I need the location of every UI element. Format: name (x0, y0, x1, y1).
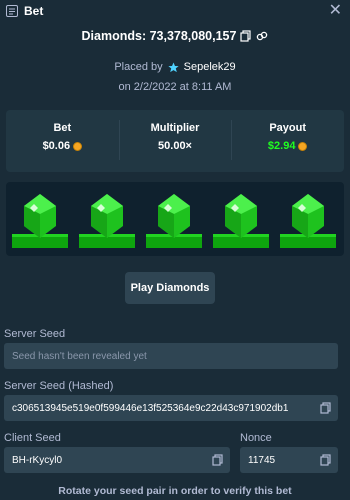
stat-payout-label: Payout (269, 122, 307, 134)
gem-icon (213, 190, 269, 248)
copy-icon[interactable] (320, 402, 332, 414)
client-seed-value: BH-rKycyl0 (12, 454, 63, 466)
server-seed-hashed-label: Server Seed (Hashed) (4, 380, 114, 392)
vip-star-icon (168, 61, 179, 73)
window-title: Bet (24, 4, 44, 18)
copy-icon[interactable] (212, 454, 224, 466)
window-header: Bet ✕ (0, 0, 350, 22)
stat-bet-value-row: $0.06 (6, 140, 119, 152)
diamonds-board (6, 182, 344, 256)
gem-icon (12, 190, 68, 248)
diamonds-id-label: Diamonds: 73,378,080,157 (81, 29, 237, 43)
coin-icon (298, 141, 308, 151)
username-link[interactable]: Sepelek29 (184, 61, 236, 73)
stat-payout-value-row: $2.94 (231, 140, 344, 152)
stat-bet: Bet $0.06 (6, 110, 119, 172)
stat-multiplier: Multiplier 50.00× (118, 110, 232, 172)
server-seed-label: Server Seed (4, 328, 66, 340)
bet-date: on 2/2/2022 at 8:11 AM (118, 81, 232, 93)
play-diamonds-button[interactable]: Play Diamonds (125, 272, 215, 304)
copy-icon[interactable] (320, 454, 332, 466)
gem-icon (146, 190, 202, 248)
nonce-value: 11745 (248, 454, 276, 466)
stat-payout-value: $2.94 (267, 140, 296, 152)
close-icon[interactable]: ✕ (329, 2, 342, 20)
stat-bet-value: $0.06 (42, 140, 71, 152)
stat-multiplier-label: Multiplier (150, 122, 200, 134)
server-seed-field[interactable]: Seed hasn't been revealed yet (4, 343, 338, 369)
coin-icon (73, 141, 83, 151)
placed-by-label: Placed by (114, 61, 163, 73)
stat-multiplier-value-row: 50.00× (119, 140, 232, 152)
placed-by-row: Placed by Sepelek29 (0, 61, 350, 73)
bet-slip-icon (6, 5, 18, 17)
stat-multiplier-value: 50.00× (158, 140, 192, 152)
stat-bet-label: Bet (53, 122, 72, 134)
client-seed-label: Client Seed (4, 432, 61, 444)
nonce-label: Nonce (240, 432, 272, 444)
server-seed-hashed-field[interactable]: c306513945e519e0f599446e13f525364e9c22d4… (4, 395, 338, 421)
gem-icon (280, 190, 336, 248)
server-seed-hashed-value: c306513945e519e0f599446e13f525364e9c22d4… (12, 402, 289, 414)
bet-stats-panel: Bet $0.06 Multiplier 50.00× Payout $2.94 (6, 110, 344, 172)
client-seed-field[interactable]: BH-rKycyl0 (4, 447, 230, 473)
gem-icon (79, 190, 135, 248)
copy-icon[interactable] (240, 30, 252, 42)
bet-game-title: Diamonds: 73,378,080,157 (0, 29, 350, 43)
nonce-field[interactable]: 11745 (240, 447, 338, 473)
stat-payout: Payout $2.94 (231, 110, 344, 172)
link-icon[interactable] (256, 30, 268, 42)
verify-hint-text: Rotate your seed pair in order to verify… (58, 485, 292, 497)
server-seed-placeholder: Seed hasn't been revealed yet (12, 350, 147, 362)
